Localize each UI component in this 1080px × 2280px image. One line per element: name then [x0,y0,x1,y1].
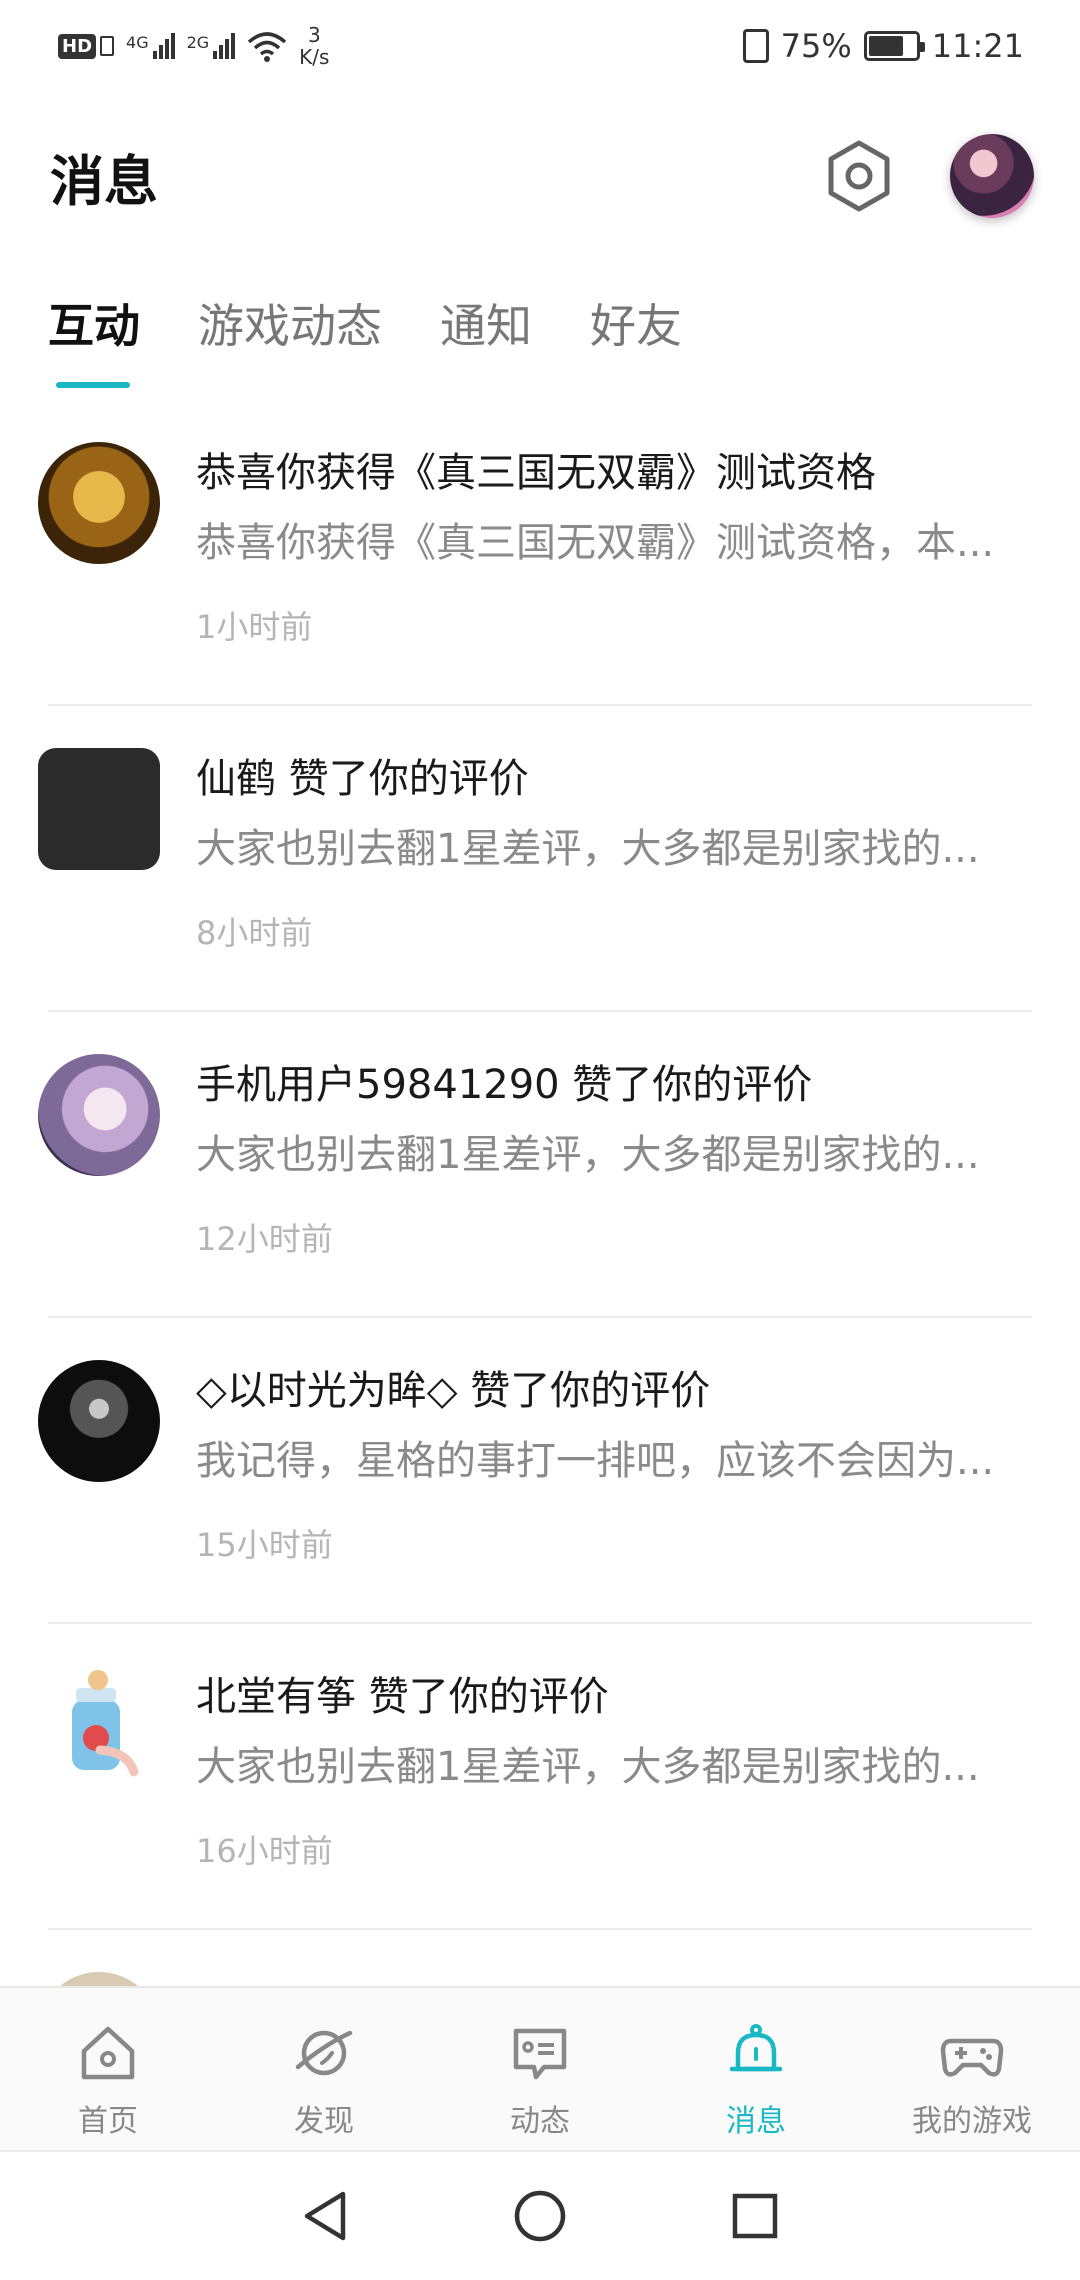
bottom-nav: 首页 发现 动态 消息 我的游戏 [0,1986,1080,2150]
message-time: 15小时前 [196,1526,333,1564]
nav-label: 发现 [294,2104,354,2139]
message-preview: 恭喜你获得《真三国无双霸》测试资格，本... [196,520,995,566]
tab-label: 通知 [440,299,532,353]
user-avatar[interactable] [38,1666,160,1788]
nav-messages[interactable]: 消息 [648,1988,864,2150]
status-left: HD 4G 2G 3 K/s [58,24,329,68]
speed-value: 3 [307,23,321,47]
nav-label: 动态 [510,2104,570,2139]
page-header: 消息 [50,120,1034,232]
nav-feed[interactable]: 动态 [432,1988,648,2150]
user-avatar[interactable] [38,1360,160,1482]
message-title: 仙鹤 赞了你的评价 [196,756,529,802]
message-preview: 大家也别去翻1星差评，大多都是别家找的... [196,1744,980,1790]
recents-square-icon [732,2193,778,2239]
tab-label: 游戏动态 [198,299,382,353]
message-item[interactable]: 仙鹤 赞了你的评价 大家也别去翻1星差评，大多都是别家找的... 8小时前 [0,706,1080,1012]
home-circle-icon [514,2190,566,2242]
message-preview: 大家也别去翻1星差评，大多都是别家找的... [196,1132,980,1178]
nav-label: 我的游戏 [912,2104,1032,2139]
message-item[interactable]: 恭喜你获得《真三国无双霸》测试资格 恭喜你获得《真三国无双霸》测试资格，本...… [0,400,1080,706]
settings-gear-icon[interactable] [822,139,896,213]
network-2g-label: 2G [186,33,210,52]
message-time: 12小时前 [196,1220,333,1258]
battery-fill [868,36,904,56]
tab-bar: 互动 游戏动态 通知 好友 [48,290,682,388]
signal-2g-icon: 2G [187,33,236,59]
message-preview: 大家也别去翻1星差评，大多都是别家找的... [196,826,980,872]
status-bar: HD 4G 2G 3 K/s 75% 11:21 [0,0,1080,92]
message-title: ◇以时光为眸◇ 赞了你的评价 [196,1368,711,1414]
jar-illustration-icon [72,1670,139,1777]
hd-icon: HD [58,33,115,59]
home-icon [73,2018,143,2088]
back-button[interactable] [295,2186,355,2246]
nav-label: 消息 [726,2104,786,2139]
battery-percent: 75% [780,27,852,65]
planet-icon [289,2018,359,2088]
message-time: 8小时前 [196,914,313,952]
chat-icon [505,2018,575,2088]
user-avatar[interactable] [38,1054,160,1176]
message-item[interactable]: ◇以时光为眸◇ 赞了你的评价 我记得，星格的事打一排吧，应该不会因为... 15… [0,1318,1080,1624]
hd-label: HD [58,33,97,59]
tab-label: 互动 [48,299,140,353]
message-title: 恭喜你获得《真三国无双霸》测试资格 [196,450,876,496]
system-nav-bar [0,2150,1080,2280]
clock: 11:21 [931,27,1024,65]
nav-discover[interactable]: 发现 [216,1988,432,2150]
tab-friends[interactable]: 好友 [590,290,682,388]
user-avatar[interactable] [38,748,160,870]
nav-my-games[interactable]: 我的游戏 [864,1988,1080,2150]
gamepad-icon [937,2018,1007,2088]
bell-icon [721,2018,791,2088]
recents-button[interactable] [725,2186,785,2246]
back-triangle-icon [304,2191,346,2241]
network-speed: 3 K/s [299,24,329,68]
nav-label: 首页 [78,2104,138,2139]
header-actions [822,134,1034,218]
message-list: 恭喜你获得《真三国无双霸》测试资格 恭喜你获得《真三国无双霸》测试资格，本...… [0,400,1080,2236]
tab-interaction[interactable]: 互动 [48,290,140,388]
hexagon-settings-icon [828,140,890,212]
message-item[interactable]: 北堂有筝 赞了你的评价 大家也别去翻1星差评，大多都是别家找的... 16小时前 [0,1624,1080,1930]
status-right: 75% 11:21 [742,27,1024,65]
tab-label: 好友 [590,299,682,353]
battery-icon [863,31,925,61]
page-title: 消息 [50,149,158,213]
nav-home[interactable]: 首页 [0,1988,216,2150]
message-item[interactable]: 手机用户59841290 赞了你的评价 大家也别去翻1星差评，大多都是别家找的.… [0,1012,1080,1318]
network-4g-label: 4G [126,33,149,52]
message-title: 北堂有筝 赞了你的评价 [196,1674,609,1720]
home-button[interactable] [510,2186,570,2246]
user-avatar[interactable] [950,134,1034,218]
tab-game-news[interactable]: 游戏动态 [198,290,382,388]
game-logo-avatar [38,442,160,564]
vibrate-icon [742,29,769,63]
message-title: 手机用户59841290 赞了你的评价 [196,1062,813,1108]
signal-4g-icon: 4G [126,33,175,59]
speed-unit: K/s [299,45,330,69]
message-time: 1小时前 [196,608,313,646]
sim-icon [100,36,115,56]
wifi-icon [248,32,287,62]
tab-active-indicator [56,382,130,388]
message-time: 16小时前 [196,1832,333,1870]
message-preview: 我记得，星格的事打一排吧，应该不会因为... [196,1438,995,1484]
tab-notifications[interactable]: 通知 [440,290,532,388]
